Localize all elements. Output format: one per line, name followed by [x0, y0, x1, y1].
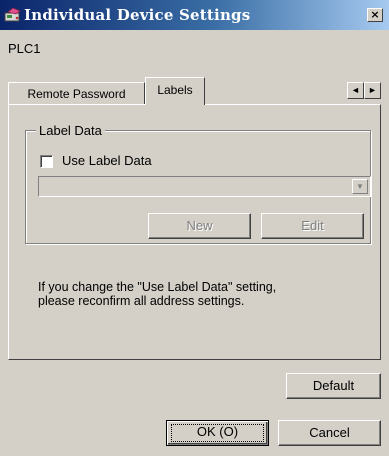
default-button[interactable]: Default — [286, 373, 381, 399]
edit-button: Edit — [261, 213, 364, 239]
close-icon[interactable]: × — [367, 8, 383, 22]
label-data-group-title: Label Data — [36, 123, 105, 138]
info-text: If you change the "Use Label Data" setti… — [38, 280, 277, 308]
label-data-combo: ▼ — [38, 176, 371, 197]
tab-remote-password[interactable]: Remote Password — [8, 82, 145, 104]
new-button: New — [148, 213, 251, 239]
tab-scroll-right-icon[interactable]: ► — [364, 82, 381, 99]
use-label-data-label[interactable]: Use Label Data — [62, 153, 152, 168]
device-name-label: PLC1 — [8, 41, 41, 56]
device-settings-icon — [4, 7, 22, 23]
title-bar[interactable]: Individual Device Settings × — [0, 0, 389, 30]
window-title: Individual Device Settings — [24, 6, 251, 24]
tab-scroll-left-icon[interactable]: ◄ — [347, 82, 364, 99]
use-label-data-checkbox[interactable] — [40, 155, 53, 168]
chevron-down-icon: ▼ — [352, 179, 368, 194]
cancel-button[interactable]: Cancel — [278, 420, 381, 446]
tab-labels[interactable]: Labels — [145, 77, 205, 105]
ok-button[interactable]: OK (O) — [166, 420, 269, 446]
focus-rect — [171, 424, 264, 442]
